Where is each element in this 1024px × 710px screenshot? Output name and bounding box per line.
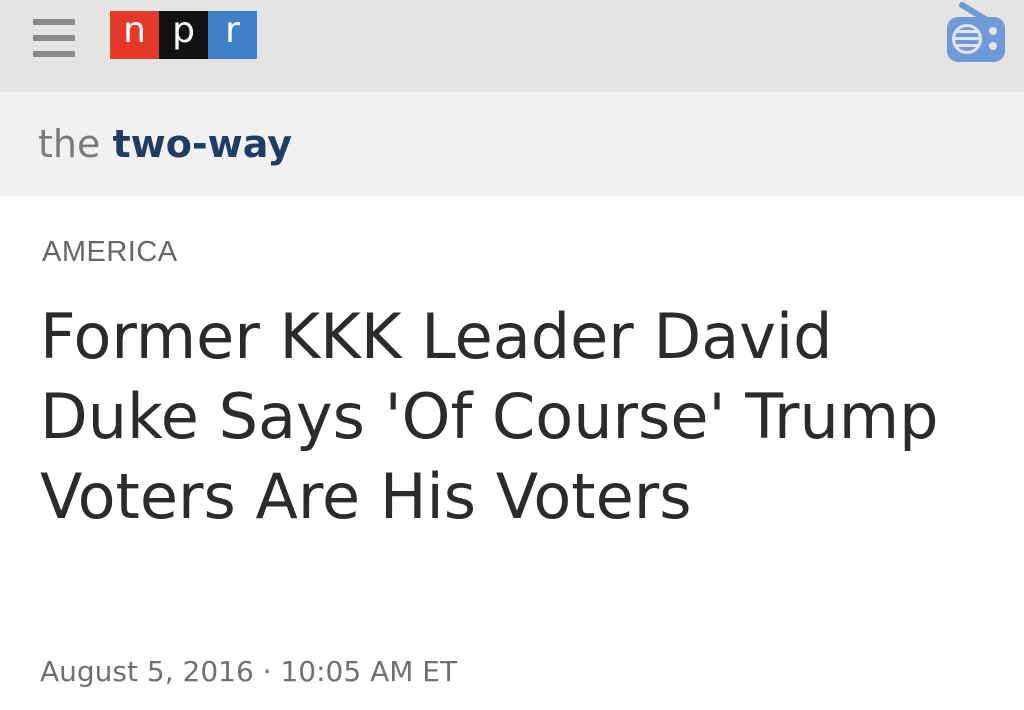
section-name: two-way — [112, 122, 292, 166]
article-headline: Former KKK Leader David Duke Says 'Of Co… — [40, 300, 939, 533]
section-prefix: the — [38, 122, 101, 166]
article-date: August 5, 2016 — [40, 655, 254, 688]
radio-icon[interactable] — [944, 2, 1008, 64]
hamburger-menu-icon[interactable] — [33, 19, 75, 57]
npr-logo[interactable]: n p r — [110, 11, 257, 59]
logo-letter-r: r — [208, 11, 257, 59]
section-title[interactable]: the two-way — [38, 118, 292, 170]
article-dateline: August 5, 2016 · 10:05 AM ET — [40, 652, 457, 692]
top-nav-bar: n p r — [0, 0, 1024, 92]
category-label[interactable]: AMERICA — [42, 233, 178, 271]
article-time: 10:05 AM ET — [280, 655, 458, 688]
dateline-separator: · — [262, 655, 272, 688]
logo-letter-n: n — [110, 11, 159, 59]
logo-letter-p: p — [159, 11, 208, 59]
